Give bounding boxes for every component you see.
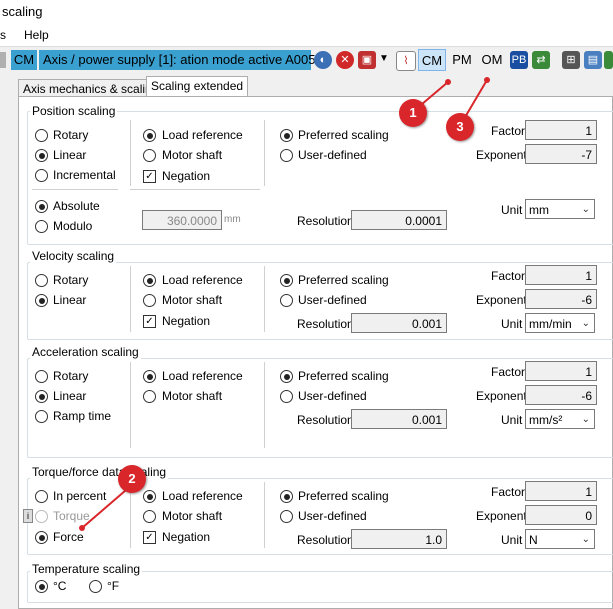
callout-badge-1: 1: [399, 99, 427, 127]
callout-lines: [79, 77, 490, 531]
callout-dot-2: [79, 525, 85, 531]
callout-badge-3: 3: [446, 113, 474, 141]
callout-dot-3: [484, 77, 490, 83]
callout-badge-2: 2: [118, 465, 146, 493]
callout-dot-1: [445, 79, 451, 85]
